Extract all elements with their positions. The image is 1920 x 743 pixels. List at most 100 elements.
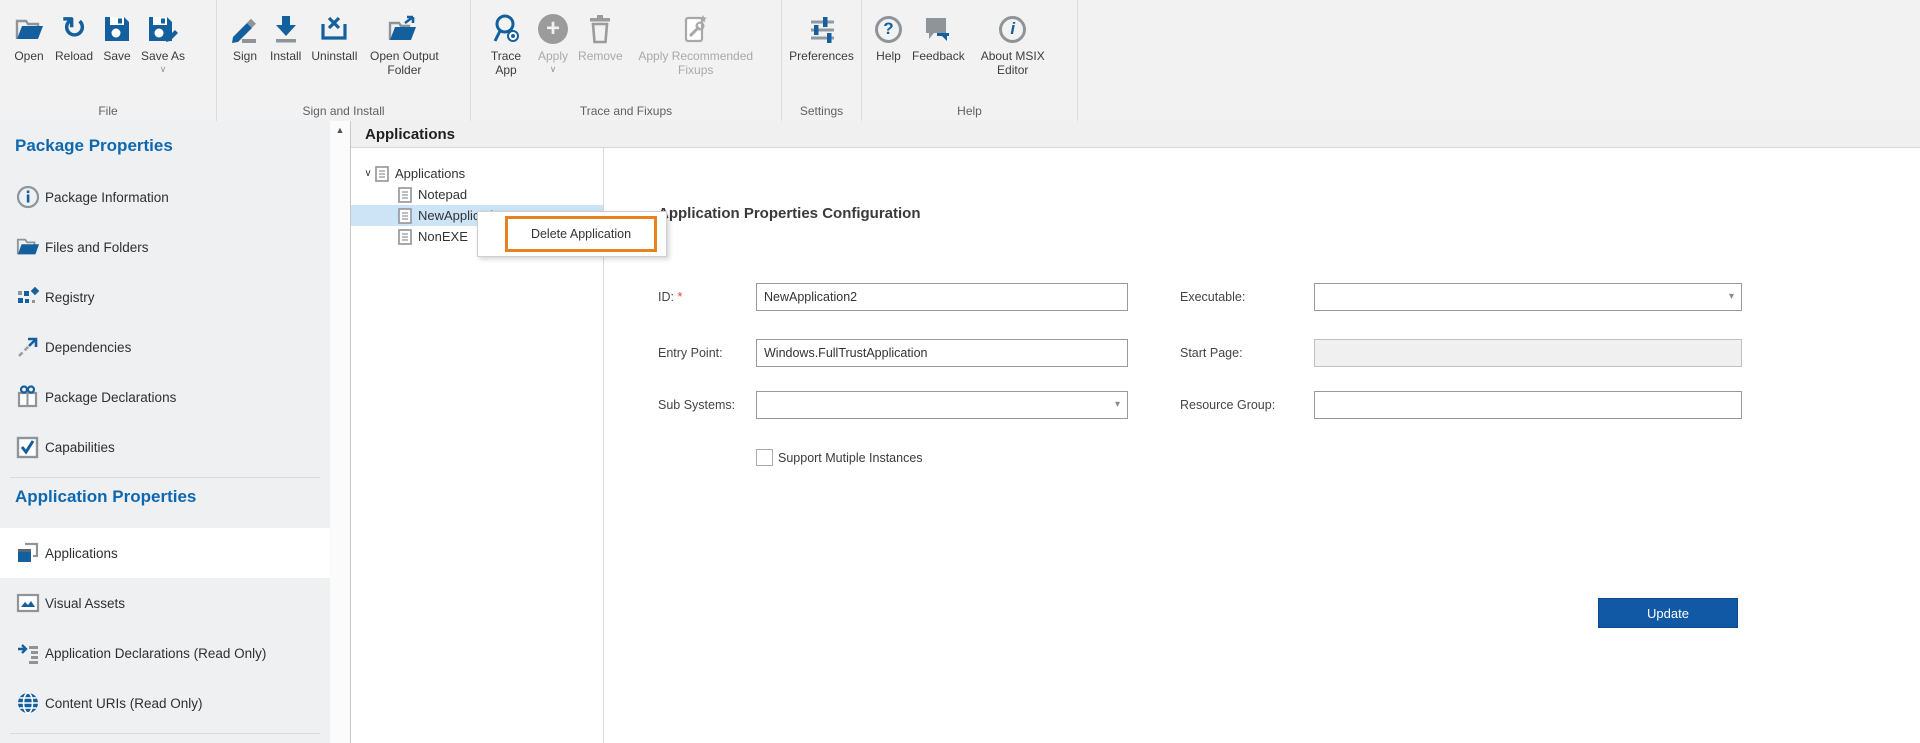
- ribbon-group-label-settings: Settings: [799, 104, 844, 118]
- save-as-button-label: Save As: [141, 49, 186, 63]
- update-button[interactable]: Update: [1598, 598, 1738, 628]
- sidebar-item-label: Application Declarations (Read Only): [45, 645, 267, 661]
- ribbon-group-trace-fixups: Trace App + Apply ∨ Remove Apply Recomme…: [471, 0, 782, 121]
- chevron-down-icon: ∨: [549, 64, 557, 75]
- info-circle-icon: i: [999, 10, 1027, 48]
- uninstall-button[interactable]: Uninstall: [306, 8, 362, 63]
- sidebar-item-package-declarations[interactable]: Package Declarations: [0, 372, 330, 422]
- remove-button[interactable]: Remove: [573, 8, 628, 63]
- sidebar-item-label: Registry: [45, 289, 95, 305]
- install-button-label: Install: [270, 49, 302, 63]
- chevron-down-icon: ∨: [159, 64, 167, 75]
- sidebar-section-title-package-properties: Package Properties: [15, 136, 173, 155]
- id-label: ID: *: [658, 290, 683, 304]
- trace-app-button[interactable]: Trace App: [479, 8, 533, 78]
- sidebar: Package Properties Package Information F…: [0, 121, 330, 743]
- ribbon-group-label-sign-install: Sign and Install: [302, 104, 385, 118]
- entry-point-input[interactable]: [756, 339, 1128, 367]
- sub-systems-dropdown[interactable]: ▾: [756, 391, 1128, 419]
- save-button[interactable]: Save: [98, 8, 136, 63]
- apply-button[interactable]: + Apply ∨: [533, 8, 573, 74]
- ribbon-group-label-help: Help: [957, 104, 982, 118]
- save-button-label: Save: [103, 49, 131, 63]
- save-as-button[interactable]: Save As ∨: [136, 8, 190, 74]
- about-msix-editor-button-label: About MSIX Editor: [980, 49, 1045, 78]
- entry-point-label: Entry Point:: [658, 346, 723, 360]
- ribbon-empty-area: [1078, 0, 1920, 121]
- tree-node-applications-root[interactable]: ∨ Applications: [351, 163, 603, 184]
- ribbon-group-label-trace-fixups: Trace and Fixups: [579, 104, 673, 118]
- tree-node-label: Applications: [395, 166, 466, 181]
- document-icon: [398, 207, 413, 224]
- tree-node-notepad[interactable]: Notepad: [351, 184, 603, 205]
- open-output-folder-button[interactable]: Open Output Folder: [362, 8, 446, 78]
- download-icon: [272, 10, 300, 48]
- sidebar-item-registry[interactable]: Registry: [0, 272, 330, 322]
- start-page-input: [1314, 339, 1742, 367]
- sidebar-section-title-application-properties: Application Properties: [15, 487, 197, 506]
- trash-icon: [586, 10, 614, 48]
- sidebar-item-content-uris[interactable]: Content URIs (Read Only): [0, 678, 330, 728]
- about-msix-editor-button[interactable]: i About MSIX Editor: [970, 8, 1056, 78]
- document-icon: [375, 165, 390, 182]
- gift-box-icon: [16, 385, 40, 409]
- reload-icon: ↻: [61, 12, 87, 45]
- chevron-down-icon[interactable]: ∨: [361, 168, 375, 179]
- sidebar-item-files-and-folders[interactable]: Files and Folders: [0, 222, 330, 272]
- ribbon-group-help: ? Help Feedback i About MSIX Editor Help: [862, 0, 1078, 121]
- document-icon: [398, 228, 413, 245]
- executable-dropdown[interactable]: ▾: [1314, 283, 1742, 311]
- ribbon-toolbar: Open ↻ Reload Save Save As ∨ File Sign I…: [0, 0, 1920, 122]
- feedback-button[interactable]: Feedback: [907, 8, 970, 63]
- reload-button[interactable]: ↻ Reload: [50, 8, 98, 64]
- resource-group-input[interactable]: [1314, 391, 1742, 419]
- apply-button-label: Apply: [538, 49, 569, 63]
- save-as-icon: [147, 10, 179, 48]
- start-page-label: Start Page:: [1180, 346, 1243, 360]
- sliders-icon: [807, 10, 837, 48]
- sidebar-scrollbar[interactable]: ▲: [330, 121, 351, 743]
- sidebar-divider: [10, 477, 320, 478]
- sidebar-item-label: Package Information: [45, 189, 169, 205]
- speech-bubble-icon: [923, 10, 953, 48]
- ribbon-group-file: Open ↻ Reload Save Save As ∨ File: [0, 0, 217, 121]
- apply-recommended-fixups-button-label: Apply Recommended Fixups: [638, 49, 754, 78]
- save-icon: [103, 10, 131, 48]
- info-circle-icon: [16, 185, 40, 209]
- tree-node-label: NonEXE: [418, 229, 468, 244]
- sign-button[interactable]: Sign: [225, 8, 265, 63]
- sidebar-item-application-declarations[interactable]: Application Declarations (Read Only): [0, 628, 330, 678]
- sidebar-divider: [10, 733, 320, 734]
- context-menu: Delete Application: [477, 211, 667, 257]
- sidebar-item-label: Capabilities: [45, 439, 115, 455]
- application-properties-form: Application Properties Configuration ID:…: [604, 148, 1920, 743]
- support-multiple-instances-label: Support Mutiple Instances: [778, 451, 923, 465]
- pencil-icon: [230, 10, 260, 48]
- open-button[interactable]: Open: [8, 8, 50, 63]
- resource-group-label: Resource Group:: [1180, 398, 1276, 412]
- msix-editor-window: Open ↻ Reload Save Save As ∨ File Sign I…: [0, 0, 1920, 743]
- sidebar-item-visual-assets[interactable]: Visual Assets: [0, 578, 330, 628]
- delete-application-menu-item[interactable]: Delete Application: [505, 216, 657, 252]
- sidebar-item-label: Visual Assets: [45, 595, 126, 611]
- open-folder-icon: [13, 10, 45, 48]
- sidebar-item-dependencies[interactable]: Dependencies: [0, 322, 330, 372]
- tree-node-label: Notepad: [418, 187, 468, 202]
- id-input[interactable]: [756, 283, 1128, 311]
- sidebar-item-label: Files and Folders: [45, 239, 149, 255]
- support-multiple-instances-checkbox[interactable]: [756, 449, 773, 466]
- page-wrench-star-icon: [681, 10, 711, 48]
- reload-button-label: Reload: [55, 49, 94, 63]
- apply-recommended-fixups-button[interactable]: Apply Recommended Fixups: [628, 8, 764, 78]
- preferences-button[interactable]: Preferences: [784, 8, 859, 63]
- sidebar-item-applications[interactable]: Applications: [0, 528, 330, 578]
- scroll-up-arrow-icon[interactable]: ▲: [330, 125, 350, 135]
- sidebar-item-label: Content URIs (Read Only): [45, 695, 203, 711]
- app-windows-icon: [16, 541, 40, 565]
- sidebar-item-capabilities[interactable]: Capabilities: [0, 422, 330, 472]
- form-title: Application Properties Configuration: [658, 205, 921, 222]
- install-button[interactable]: Install: [265, 8, 306, 63]
- ribbon-group-sign-install: Sign Install Uninstall Open Output Folde…: [217, 0, 471, 121]
- help-button[interactable]: ? Help: [870, 8, 907, 63]
- sidebar-item-package-information[interactable]: Package Information: [0, 172, 330, 222]
